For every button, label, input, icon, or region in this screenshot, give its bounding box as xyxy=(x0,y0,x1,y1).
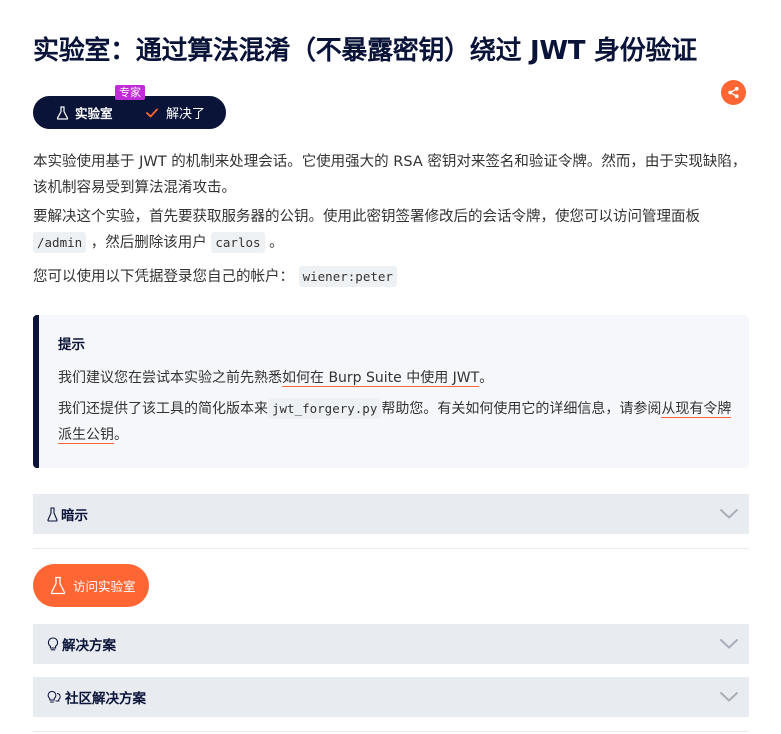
jwt-forgery-script-code: jwt_forgery.py xyxy=(268,398,382,419)
chevron-down-icon xyxy=(720,692,738,702)
hint-text: 。 xyxy=(114,427,128,443)
chevron-down-icon xyxy=(720,509,738,519)
share-icon xyxy=(728,86,739,99)
flask-icon xyxy=(47,506,58,522)
description-paragraph-1: 本实验使用基于 JWT 的机制来处理会话。它使用强大的 RSA 密钥对来签名和验… xyxy=(33,154,747,196)
chevron-down-icon xyxy=(720,639,738,649)
credentials-code: wiener:peter xyxy=(298,266,397,287)
username-code: carlos xyxy=(211,232,265,253)
hint-paragraph-2: 我们还提供了该工具的简化版本来 jwt_forgery.py 帮助您。有关如何使用它… xyxy=(58,396,738,448)
badge-lab: 实验室 xyxy=(56,97,113,128)
hint-text: 我们还提供了该工具的简化版本来 xyxy=(58,401,268,417)
admin-path-code: /admin xyxy=(33,232,87,253)
hint-text: 。 xyxy=(479,370,494,386)
community-solutions-accordion-label: 社区解决方案 xyxy=(47,687,146,707)
lightbulb-icon xyxy=(47,636,59,650)
community-solutions-accordion[interactable]: 社区解决方案 xyxy=(33,677,749,717)
hint-text: 我们建议您在尝试本实验之前先熟悉 xyxy=(58,370,282,386)
description-text: 要解决这个实验，首先要获取服务器的公钥。使用此密钥签署修改后的会话令牌，使您可以… xyxy=(33,209,700,225)
description-paragraph-3: 您可以使用以下凭据登录您自己的帐户： wiener:peter xyxy=(33,264,748,290)
jwt-in-burp-link[interactable]: 如何在 Burp Suite 中使用 JWT xyxy=(282,370,480,387)
solution-accordion-label: 解决方案 xyxy=(47,634,116,654)
description-text: ，然后删除该用户 xyxy=(90,235,207,251)
page-title: 实验室：通过算法混淆（不暴露密钥）绕过 JWT 身份验证 xyxy=(33,36,697,66)
flask-icon xyxy=(56,105,69,120)
section-divider xyxy=(33,731,749,732)
access-lab-button[interactable]: 访问实验室 xyxy=(33,564,149,607)
badge-solved-label: 解决了 xyxy=(166,107,206,122)
hint-accordion-text: 暗示 xyxy=(61,508,88,524)
hint-paragraph-1: 我们建议您在尝试本实验之前先熟悉如何在 Burp Suite 中使用 JWT。 xyxy=(58,365,738,391)
section-divider xyxy=(33,548,749,549)
share-button[interactable] xyxy=(721,80,746,105)
community-solutions-accordion-text: 社区解决方案 xyxy=(65,691,146,707)
checkmark-icon xyxy=(146,108,158,117)
hint-accordion-label: 暗示 xyxy=(47,504,88,524)
access-lab-label: 访问实验室 xyxy=(73,579,136,594)
hint-accordion[interactable]: 暗示 xyxy=(33,494,749,534)
description-text: 。 xyxy=(269,235,284,251)
lightbulb-group-icon xyxy=(47,690,61,702)
description-paragraph-2: 要解决这个实验，首先要获取服务器的公钥。使用此密钥签署修改后的会话令牌，使您可以… xyxy=(33,204,748,256)
level-badge: 专家 xyxy=(115,85,145,100)
flask-icon xyxy=(50,576,66,595)
hint-text: 帮助您。有关如何使用它的详细信息，请参阅 xyxy=(381,401,662,417)
lab-status-badge: 实验室 解决了 xyxy=(33,96,226,129)
hint-callout: 提示 我们建议您在尝试本实验之前先熟悉如何在 Burp Suite 中使用 JW… xyxy=(33,315,749,468)
description-text: 您可以使用以下凭据登录您自己的帐户： xyxy=(33,269,294,285)
solution-accordion[interactable]: 解决方案 xyxy=(33,624,749,664)
badge-solved: 解决了 xyxy=(146,97,205,128)
solution-accordion-text: 解决方案 xyxy=(62,638,116,654)
hint-callout-title: 提示 xyxy=(58,337,85,353)
badge-lab-label: 实验室 xyxy=(75,106,113,121)
